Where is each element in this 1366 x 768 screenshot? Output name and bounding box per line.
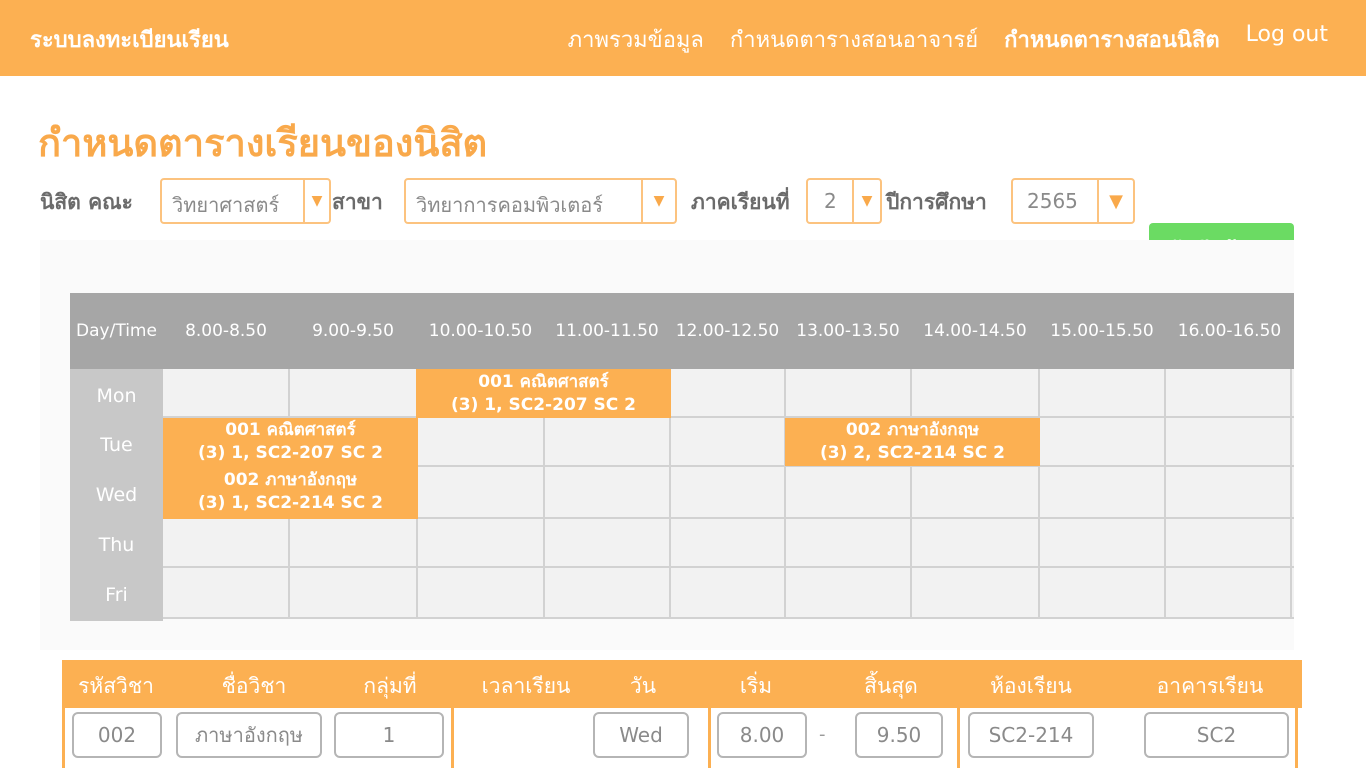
header-course-name: ชื่อวิชา bbox=[221, 674, 287, 698]
app-brand[interactable]: ระบบลงทะเบียนเรียน bbox=[30, 22, 229, 57]
grid-line bbox=[784, 369, 786, 619]
day-label: Thu bbox=[98, 534, 135, 556]
class-block-detail: (3) 2, SC2-214 SC 2 bbox=[820, 443, 1005, 463]
grid-line bbox=[1164, 369, 1166, 619]
semester-label: ภาคเรียนที่ bbox=[691, 190, 790, 214]
header-room: ห้องเรียน bbox=[990, 674, 1072, 698]
year-select[interactable]: 2565 ▼ bbox=[1011, 178, 1135, 224]
row-divider bbox=[708, 708, 711, 768]
day-column: Mon Tue Wed Thu Fri bbox=[70, 369, 163, 621]
major-value: วิทยาการคอมพิวเตอร์ bbox=[416, 193, 604, 217]
row-divider bbox=[451, 708, 454, 768]
year-label: ปีการศึกษา bbox=[886, 190, 987, 214]
building-input[interactable]: SC2 bbox=[1144, 712, 1289, 758]
row-divider bbox=[1295, 708, 1298, 768]
header-group: กลุ่มที่ bbox=[363, 674, 417, 698]
time-header: 12.00-12.50 bbox=[675, 321, 780, 341]
course-form-header: รหัสวิชา ชื่อวิชา กลุ่มที่ เวลาเรียน วัน… bbox=[62, 660, 1302, 708]
class-block[interactable]: 001 คณิตศาสตร์ (3) 1, SC2-207 SC 2 bbox=[163, 418, 418, 466]
class-block-title: 002 ภาษาอังกฤษ bbox=[223, 470, 358, 490]
grid-line bbox=[163, 566, 1294, 568]
group-input[interactable]: 1 bbox=[334, 712, 444, 758]
day-label: Wed bbox=[95, 484, 138, 506]
end-time-input[interactable]: 9.50 bbox=[855, 712, 943, 758]
class-block-title: 001 คณิตศาสตร์ bbox=[478, 372, 609, 392]
header-study-time: เวลาเรียน bbox=[481, 674, 571, 698]
time-header: 9.00-9.50 bbox=[312, 321, 394, 341]
row-divider bbox=[62, 708, 65, 768]
day-label: Tue bbox=[100, 434, 133, 456]
class-block-title: 001 คณิตศาสตร์ bbox=[225, 420, 356, 440]
class-block[interactable]: 001 คณิตศาสตร์ (3) 1, SC2-207 SC 2 bbox=[416, 369, 671, 418]
time-header: 11.00-11.50 bbox=[555, 321, 659, 341]
class-block-title: 002 ภาษาอังกฤษ bbox=[845, 420, 980, 440]
class-block-detail: (3) 1, SC2-207 SC 2 bbox=[198, 443, 383, 463]
faculty-label: นิสิต คณะ bbox=[40, 190, 133, 214]
nav-logout[interactable]: Log out bbox=[1246, 22, 1328, 57]
time-header: 8.00-8.50 bbox=[185, 321, 267, 341]
major-label: สาขา bbox=[332, 190, 383, 214]
time-header: 13.00-13.50 bbox=[796, 321, 900, 341]
header-end: สิ้นสุด bbox=[864, 674, 918, 698]
faculty-select[interactable]: วิทยาศาสตร์ ▼ bbox=[160, 178, 331, 224]
day-time-header: Day/Time bbox=[76, 321, 157, 341]
nav-teacher-schedule[interactable]: กำหนดตารางสอนอาจารย์ bbox=[730, 22, 978, 57]
top-navigation-bar: ระบบลงทะเบียนเรียน ภาพรวมข้อมูล กำหนดตาร… bbox=[0, 0, 1366, 76]
day-label: Mon bbox=[96, 385, 137, 407]
class-block-detail: (3) 1, SC2-214 SC 2 bbox=[198, 493, 383, 513]
room-input[interactable]: SC2-214 bbox=[968, 712, 1094, 758]
header-building: อาคารเรียน bbox=[1156, 674, 1264, 698]
schedule-grid: 001 คณิตศาสตร์ (3) 1, SC2-207 SC 2 001 ค… bbox=[163, 369, 1294, 619]
time-header: 16.00-16.50 bbox=[1177, 321, 1282, 341]
day-label: Fri bbox=[105, 584, 128, 606]
grid-line bbox=[163, 617, 1294, 619]
class-block[interactable]: 002 ภาษาอังกฤษ (3) 2, SC2-214 SC 2 bbox=[785, 418, 1040, 466]
course-form-row: 002 ภาษาอังกฤษ 1 Wed 8.00 - 9.50 SC2-214… bbox=[62, 708, 1302, 768]
grid-line bbox=[910, 369, 912, 619]
nav-overview[interactable]: ภาพรวมข้อมูล bbox=[568, 22, 704, 57]
time-header: 10.00-10.50 bbox=[428, 321, 533, 341]
faculty-value: วิทยาศาสตร์ bbox=[172, 193, 280, 217]
semester-select[interactable]: 2 ▼ bbox=[806, 178, 882, 224]
major-select[interactable]: วิทยาการคอมพิวเตอร์ ▼ bbox=[404, 178, 677, 224]
row-divider bbox=[957, 708, 960, 768]
class-block[interactable]: 002 ภาษาอังกฤษ (3) 1, SC2-214 SC 2 bbox=[163, 466, 418, 519]
course-name-input[interactable]: ภาษาอังกฤษ bbox=[176, 712, 322, 758]
page-title: กำหนดตารางเรียนของนิสิต bbox=[38, 121, 488, 165]
dropdown-arrow-icon[interactable]: ▼ bbox=[1097, 180, 1133, 222]
class-block-detail: (3) 1, SC2-207 SC 2 bbox=[451, 395, 636, 415]
header-day: วัน bbox=[629, 674, 657, 698]
day-input[interactable]: Wed bbox=[593, 712, 689, 758]
header-course-code: รหัสวิชา bbox=[78, 674, 154, 698]
course-form: รหัสวิชา ชื่อวิชา กลุ่มที่ เวลาเรียน วัน… bbox=[62, 660, 1302, 768]
schedule-table: Day/Time 8.00-8.50 9.00-9.50 10.00-10.50… bbox=[70, 293, 1294, 621]
main-nav: ภาพรวมข้อมูล กำหนดตารางสอนอาจารย์ กำหนดต… bbox=[568, 22, 1328, 57]
semester-value: 2 bbox=[824, 189, 837, 213]
grid-line bbox=[1290, 369, 1292, 619]
dropdown-arrow-icon[interactable]: ▼ bbox=[641, 180, 675, 222]
filter-bar: นิสิต คณะ วิทยาศาสตร์ ▼ สาขา วิทยาการคอม… bbox=[40, 178, 1150, 224]
year-value: 2565 bbox=[1027, 189, 1078, 213]
start-time-input[interactable]: 8.00 bbox=[717, 712, 807, 758]
dropdown-arrow-icon[interactable]: ▼ bbox=[303, 180, 329, 222]
grid-line bbox=[1038, 369, 1040, 619]
time-separator: - bbox=[819, 724, 826, 745]
nav-student-schedule[interactable]: กำหนดตารางสอนนิสิต bbox=[1004, 22, 1220, 57]
dropdown-arrow-icon[interactable]: ▼ bbox=[852, 180, 880, 222]
header-start: เริ่ม bbox=[739, 674, 773, 698]
schedule-header: Day/Time 8.00-8.50 9.00-9.50 10.00-10.50… bbox=[70, 293, 1294, 369]
time-header: 15.00-15.50 bbox=[1050, 321, 1154, 341]
course-code-input[interactable]: 002 bbox=[72, 712, 162, 758]
time-header: 14.00-14.50 bbox=[923, 321, 1027, 341]
